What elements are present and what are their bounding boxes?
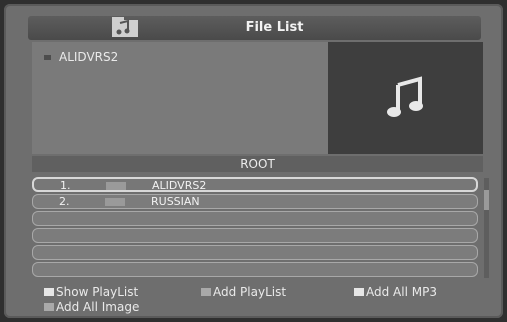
info-panel: ALIDVRS2 (32, 42, 328, 154)
item-name: RUSSIAN (151, 195, 200, 208)
page-title: File List (245, 20, 304, 35)
show-playlist-option[interactable]: Show PlayList (44, 285, 138, 299)
list-item[interactable]: 2. RUSSIAN (32, 194, 478, 209)
list-item[interactable] (32, 228, 478, 243)
directory-bar: ROOT (32, 156, 483, 172)
music-note-icon (386, 75, 426, 121)
current-item: ALIDVRS2 (44, 50, 118, 64)
checkbox-icon[interactable] (44, 288, 54, 296)
add-all-mp3-label: Add All MP3 (366, 285, 437, 299)
list-item[interactable] (32, 245, 478, 260)
show-playlist-label: Show PlayList (56, 285, 139, 299)
preview-panel (328, 42, 483, 154)
add-all-image-label: Add All Image (56, 300, 140, 314)
checkbox-icon[interactable] (354, 288, 364, 296)
checkbox-icon[interactable] (44, 303, 54, 311)
list-item[interactable] (32, 262, 478, 277)
file-list: 1. ALIDVRS2 2. RUSSIAN (32, 174, 489, 278)
list-item[interactable]: 1. ALIDVRS2 (32, 177, 478, 192)
item-number: 1. (60, 179, 71, 192)
item-number: 2. (59, 195, 70, 208)
item-name: ALIDVRS2 (152, 179, 207, 192)
checkbox-icon[interactable] (201, 288, 211, 296)
folder-icon (106, 182, 126, 190)
add-all-image-option[interactable]: Add All Image (44, 300, 139, 314)
add-playlist-label: Add PlayList (213, 285, 287, 299)
header-bar: File List (28, 16, 481, 40)
add-all-mp3-option[interactable]: Add All MP3 (354, 285, 437, 299)
current-item-label: ALIDVRS2 (59, 50, 119, 64)
list-item[interactable] (32, 211, 478, 226)
folder-icon (105, 198, 125, 206)
scroll-thumb[interactable] (484, 190, 489, 210)
directory-label: ROOT (240, 157, 275, 171)
add-playlist-option[interactable]: Add PlayList (201, 285, 286, 299)
list-scrollbar[interactable] (484, 178, 489, 278)
bullet-icon (44, 54, 51, 60)
